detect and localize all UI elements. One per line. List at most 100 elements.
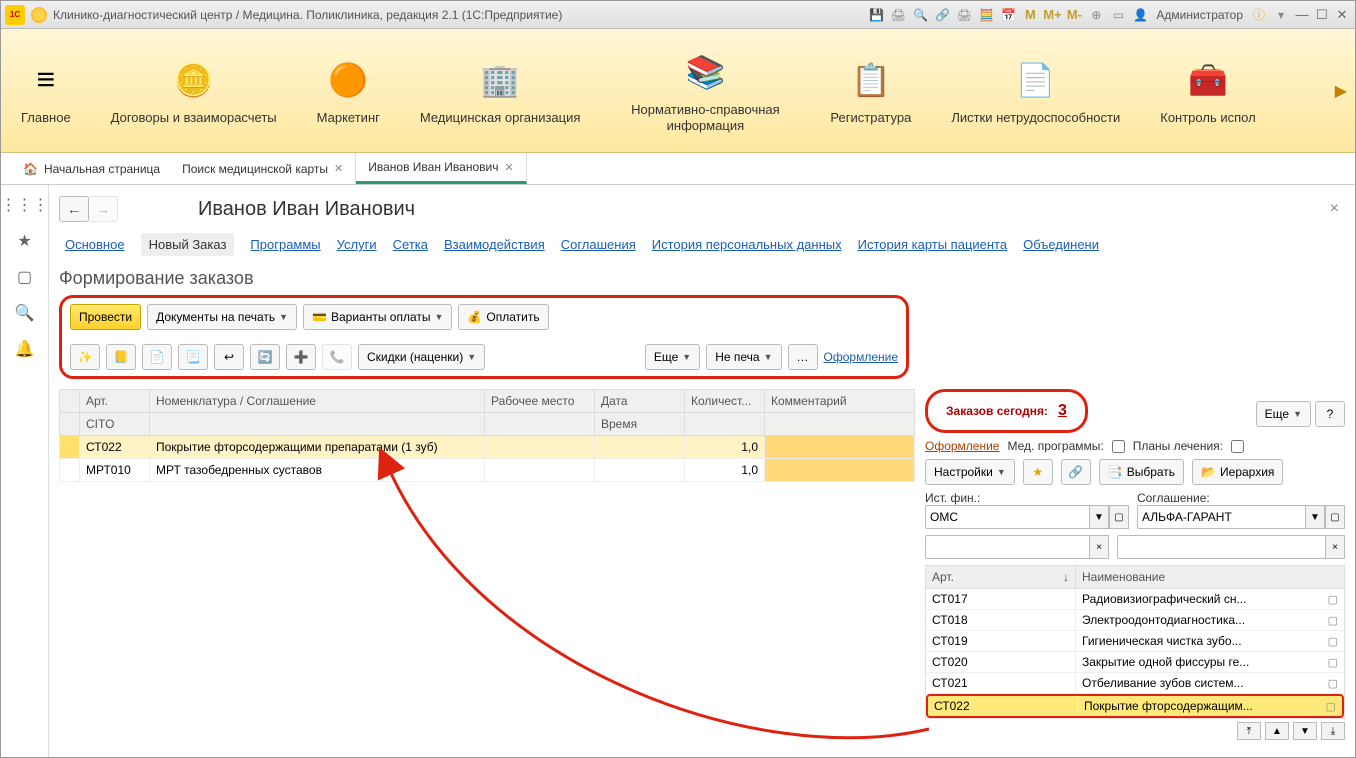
tb-print-icon[interactable]: 🖨: [888, 5, 908, 25]
col-art[interactable]: Арт.: [80, 390, 150, 413]
nav-registry[interactable]: 📋Регистратура: [810, 29, 931, 152]
col-art[interactable]: Арт.↓: [926, 566, 1076, 588]
pay-button[interactable]: 💰Оплатить: [458, 304, 548, 330]
open-icon[interactable]: ▢: [1328, 593, 1338, 606]
open-icon[interactable]: ▢: [1328, 614, 1338, 627]
more-button[interactable]: Еще▼: [645, 344, 700, 370]
nav-more-icon[interactable]: ▶: [1335, 81, 1347, 101]
subtab-card-history[interactable]: История карты пациента: [858, 237, 1008, 252]
tb-icon-2[interactable]: 📒: [106, 344, 136, 370]
list-item[interactable]: СТ021Отбеливание зубов систем...▢: [926, 673, 1344, 694]
oformlenie-link-2[interactable]: Оформление: [925, 439, 999, 453]
sidebar-bell-icon[interactable]: 🔔: [13, 337, 37, 361]
tb-icon-6[interactable]: 🔄: [250, 344, 280, 370]
ellipsis-button[interactable]: …: [788, 344, 818, 370]
dropdown-icon[interactable]: ▼: [1305, 505, 1325, 529]
tb-icon-8[interactable]: 📞: [322, 344, 352, 370]
dropdown-icon[interactable]: ▼: [1089, 505, 1109, 529]
tb-icon-7[interactable]: ➕: [286, 344, 316, 370]
orders-count[interactable]: 3: [1058, 402, 1067, 420]
sidebar-tag-icon[interactable]: ▢: [13, 265, 37, 289]
sidebar-search-icon[interactable]: 🔍: [13, 301, 37, 325]
col-nom[interactable]: Номенклатура / Соглашение: [150, 390, 485, 413]
open-icon[interactable]: ▢: [1325, 505, 1345, 529]
nav-reference[interactable]: 📚Нормативно-справочная информация: [600, 29, 810, 152]
tab-search-card[interactable]: Поиск медицинской карты✕: [170, 153, 356, 184]
star-button[interactable]: ★: [1023, 459, 1053, 485]
subtab-agreements[interactable]: Соглашения: [561, 237, 636, 252]
more-button-2[interactable]: Еще▼: [1256, 401, 1311, 427]
tb-calc-icon[interactable]: 🧮: [976, 5, 996, 25]
open-icon[interactable]: ▢: [1326, 700, 1336, 713]
subtab-personal-history[interactable]: История персональных данных: [652, 237, 842, 252]
tb-m[interactable]: M: [1020, 5, 1040, 25]
col-cito[interactable]: CITO: [80, 413, 150, 436]
list-item[interactable]: СТ018Электроодонтодиагностика...▢: [926, 610, 1344, 631]
list-item[interactable]: СТ017Радиовизиографический сн...▢: [926, 589, 1344, 610]
oformlenie-link[interactable]: Оформление: [824, 350, 898, 364]
scroll-top-icon[interactable]: ⤒: [1237, 722, 1261, 740]
subtab-neworder[interactable]: Новый Заказ: [141, 233, 235, 256]
list-item[interactable]: СТ019Гигиеническая чистка зубо...▢: [926, 631, 1344, 652]
help-button[interactable]: ?: [1315, 401, 1345, 427]
sogl-input[interactable]: [1137, 505, 1305, 529]
noprint-button[interactable]: Не печа▼: [706, 344, 781, 370]
subtab-merge[interactable]: Объединени: [1023, 237, 1099, 252]
nav-control[interactable]: 🧰Контроль испол: [1140, 29, 1275, 152]
close-button[interactable]: ✕: [1333, 7, 1351, 23]
link-button[interactable]: 🔗: [1061, 459, 1091, 485]
col-time[interactable]: Время: [595, 413, 685, 436]
minimize-button[interactable]: —: [1293, 7, 1311, 23]
nav-sicklists[interactable]: 📄Листки нетрудоспособности: [931, 29, 1140, 152]
nav-marketing[interactable]: 🟠Маркетинг: [297, 29, 400, 152]
print-docs-button[interactable]: Документы на печать▼: [147, 304, 297, 330]
subtab-services[interactable]: Услуги: [337, 237, 377, 252]
info-icon[interactable]: ⓘ: [1249, 5, 1269, 25]
hierarchy-button[interactable]: 📂 Иерархия: [1192, 459, 1283, 485]
tb-icon-1[interactable]: ✨: [70, 344, 100, 370]
provesti-button[interactable]: Провести: [70, 304, 141, 330]
payment-options-button[interactable]: 💳Варианты оплаты▼: [303, 304, 452, 330]
tb-print2-icon[interactable]: 🖨: [954, 5, 974, 25]
tb-panel-icon[interactable]: ▭: [1108, 5, 1128, 25]
tb-zoom-icon[interactable]: ⊕: [1086, 5, 1106, 25]
clear-icon[interactable]: ×: [1325, 535, 1345, 559]
tb-mplus[interactable]: M+: [1042, 5, 1062, 25]
subtab-grid[interactable]: Сетка: [393, 237, 428, 252]
nav-forward-button[interactable]: →: [88, 196, 118, 222]
subtab-main[interactable]: Основное: [65, 237, 125, 252]
scroll-up-icon[interactable]: ▲: [1265, 722, 1289, 740]
list-item-selected[interactable]: СТ022Покрытие фторсодержащим...▢: [926, 694, 1344, 718]
nav-back-button[interactable]: ←: [59, 196, 89, 222]
tb-save-icon[interactable]: 💾: [866, 5, 886, 25]
col-place[interactable]: Рабочее место: [485, 390, 595, 413]
filter-art-input[interactable]: [925, 535, 1089, 559]
scroll-bottom-icon[interactable]: ⤓: [1321, 722, 1345, 740]
tab-home[interactable]: 🏠Начальная страница: [13, 156, 170, 182]
page-close-button[interactable]: ×: [1324, 200, 1345, 218]
tb-mminus[interactable]: M-: [1064, 5, 1084, 25]
nav-main[interactable]: ≡Главное: [1, 29, 91, 152]
col-qty[interactable]: Количест...: [685, 390, 765, 413]
close-icon[interactable]: ✕: [504, 161, 513, 174]
subtab-programs[interactable]: Программы: [250, 237, 320, 252]
discounts-button[interactable]: Скидки (наценки)▼: [358, 344, 485, 370]
nav-medorg[interactable]: 🏢Медицинская организация: [400, 29, 601, 152]
select-button[interactable]: 📑 Выбрать: [1099, 459, 1184, 485]
istfin-input[interactable]: [925, 505, 1089, 529]
col-date[interactable]: Дата: [595, 390, 685, 413]
filter-name-input[interactable]: [1117, 535, 1325, 559]
tab-patient[interactable]: Иванов Иван Иванович✕: [356, 153, 526, 184]
plans-checkbox[interactable]: [1231, 440, 1244, 453]
medprog-checkbox[interactable]: [1112, 440, 1125, 453]
tb-icon-5[interactable]: ↩: [214, 344, 244, 370]
open-icon[interactable]: ▢: [1109, 505, 1129, 529]
dropdown-icon[interactable]: ▾: [1271, 5, 1291, 25]
tb-search-icon[interactable]: 🔍: [910, 5, 930, 25]
tb-calendar-icon[interactable]: 📅: [998, 5, 1018, 25]
sidebar-star-icon[interactable]: ★: [13, 229, 37, 253]
tb-icon-3[interactable]: 📄: [142, 344, 172, 370]
sidebar-apps-icon[interactable]: ⋮⋮⋮: [13, 193, 37, 217]
open-icon[interactable]: ▢: [1328, 635, 1338, 648]
maximize-button[interactable]: ☐: [1313, 7, 1331, 23]
